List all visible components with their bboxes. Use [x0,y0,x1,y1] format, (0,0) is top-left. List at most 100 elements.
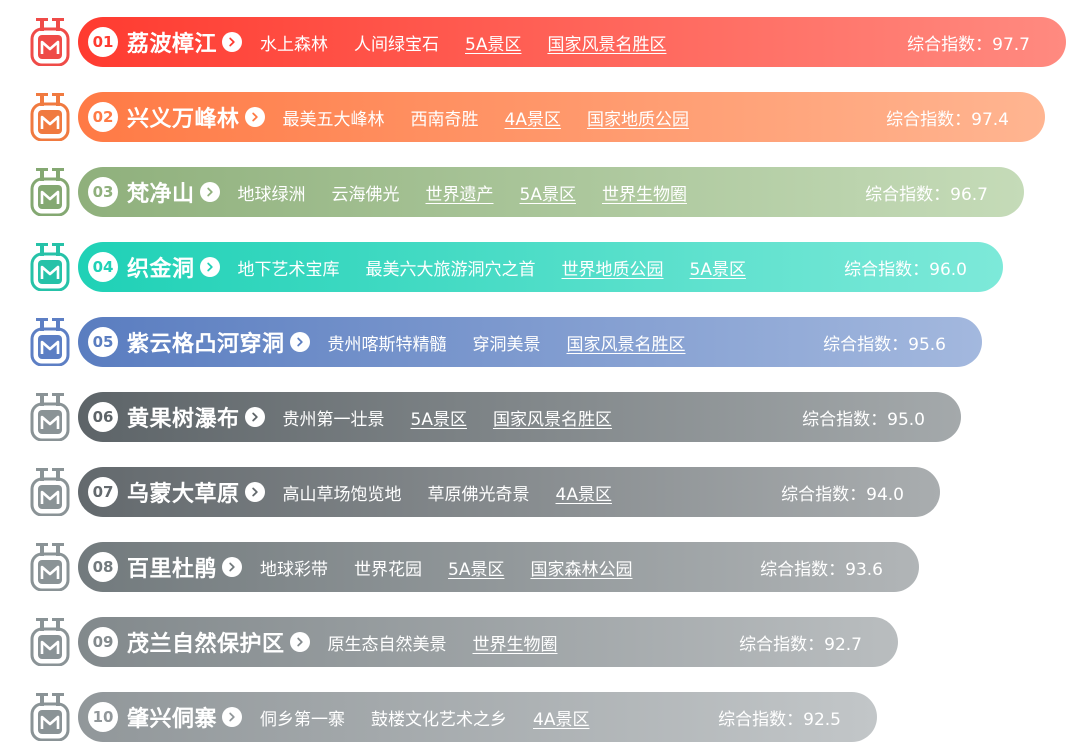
rank-row: 03 梵净山 地球绿洲 云海佛光 世界遗产 5A景区 世界生物圈 综合指数：96.7 [0,166,1090,218]
tag-list: 最美五大峰林 西南奇胜 4A景区 国家地质公园 [283,105,715,130]
tag-text: 侗乡第一寨 [260,709,346,730]
chevron-right-icon[interactable] [289,332,310,352]
scenic-spot-name[interactable]: 织金洞 [127,251,195,283]
chevron-right-icon[interactable] [222,707,243,727]
tag-text: 西南奇胜 [410,109,479,130]
tag-link[interactable]: 国家森林公园 [530,555,632,580]
score-display: 综合指数：97.4 [886,105,1009,130]
rank-number: 07 [88,477,118,507]
score-label: 综合指数： [886,109,972,130]
chevron-right-icon[interactable] [222,557,243,577]
tag-link[interactable]: 5A景区 [448,555,504,580]
ranking-medal-icon [30,318,70,366]
score-value: 97.4 [971,109,1009,130]
tag-link[interactable]: 5A景区 [411,405,467,430]
scenic-spot-name[interactable]: 荔波樟江 [127,26,217,58]
score-value: 94.0 [866,484,904,505]
rank-bar[interactable]: 07 乌蒙大草原 高山草场饱览地 草原佛光奇景 4A景区 综合指数：94.0 [78,467,940,517]
tag-text: 穿洞美景 [472,334,541,355]
rank-bar[interactable]: 03 梵净山 地球绿洲 云海佛光 世界遗产 5A景区 世界生物圈 综合指数：96.7 [78,167,1024,217]
tag-link[interactable]: 世界生物圈 [602,180,687,205]
rank-bar[interactable]: 10 肇兴侗寨 侗乡第一寨 鼓楼文化艺术之乡 4A景区 综合指数：92.5 [78,692,877,742]
tag-text: 地球彩带 [260,559,329,580]
score-label: 综合指数： [802,409,888,430]
score-value: 96.7 [950,184,988,205]
ranking-medal-icon [30,693,70,741]
score-label: 综合指数： [844,259,930,280]
rank-number: 02 [88,102,118,132]
rank-number: 09 [88,627,118,657]
rank-number: 05 [88,327,118,357]
rank-bar[interactable]: 09 茂兰自然保护区 原生态自然美景 世界生物圈 综合指数：92.7 [78,617,898,667]
chevron-right-icon[interactable] [244,407,265,427]
score-display: 综合指数：94.0 [781,480,904,505]
rank-bar[interactable]: 04 织金洞 地下艺术宝库 最美六大旅游洞穴之首 世界地质公园 5A景区 综合指数：96.0 [78,242,1003,292]
score-value: 97.7 [992,34,1030,55]
rank-number: 08 [88,552,118,582]
tag-link[interactable]: 国家风景名胜区 [567,330,686,355]
ranking-medal-icon [30,93,70,141]
chevron-right-icon[interactable] [222,32,243,52]
tag-list: 高山草场饱览地 草原佛光奇景 4A景区 [283,480,638,505]
rank-bar[interactable]: 05 紫云格凸河穿洞 贵州喀斯特精髓 穿洞美景 国家风景名胜区 综合指数：95.6 [78,317,982,367]
score-label: 综合指数： [760,559,846,580]
tag-link[interactable]: 世界遗产 [426,180,494,205]
tag-link[interactable]: 4A景区 [556,480,612,505]
chevron-right-icon[interactable] [199,182,220,202]
rank-bar[interactable]: 02 兴义万峰林 最美五大峰林 西南奇胜 4A景区 国家地质公园 综合指数：97.4 [78,92,1045,142]
scenic-spot-name[interactable]: 梵净山 [127,176,195,208]
scenic-spot-name[interactable]: 肇兴侗寨 [127,701,217,733]
score-value: 96.0 [929,259,967,280]
tag-link[interactable]: 世界生物圈 [473,630,558,655]
score-display: 综合指数：96.7 [865,180,988,205]
ranking-medal-icon [30,468,70,516]
score-display: 综合指数：97.7 [907,30,1030,55]
ranking-medal-icon [30,168,70,216]
tag-text: 世界花园 [354,559,423,580]
scenic-spot-name[interactable]: 百里杜鹃 [127,551,217,583]
ranking-medal-icon [30,543,70,591]
rank-bar[interactable]: 08 百里杜鹃 地球彩带 世界花园 5A景区 国家森林公园 综合指数：93.6 [78,542,919,592]
score-value: 95.0 [887,409,925,430]
tag-text: 鼓楼文化艺术之乡 [371,709,508,730]
tag-list: 原生态自然美景 世界生物圈 [328,630,584,655]
tag-text: 最美六大旅游洞穴之首 [365,259,536,280]
rank-number: 01 [88,27,118,57]
tag-link[interactable]: 国家风景名胜区 [547,30,666,55]
tag-text: 草原佛光奇景 [427,484,530,505]
scenic-spot-name[interactable]: 兴义万峰林 [127,101,240,133]
rank-number: 10 [88,702,118,732]
scenic-spot-name[interactable]: 乌蒙大草原 [127,476,240,508]
scenic-spot-name[interactable]: 紫云格凸河穿洞 [127,326,285,358]
tag-text: 贵州喀斯特精髓 [327,334,447,355]
tag-list: 地下艺术宝库 最美六大旅游洞穴之首 世界地质公园 5A景区 [238,255,772,280]
scenic-spot-name[interactable]: 黄果树瀑布 [127,401,240,433]
rank-number: 06 [88,402,118,432]
score-display: 综合指数：92.5 [718,705,841,730]
tag-link[interactable]: 国家风景名胜区 [493,405,612,430]
tag-link[interactable]: 5A景区 [690,255,746,280]
ranking-medal-icon [30,243,70,291]
chevron-right-icon[interactable] [244,482,265,502]
rank-number: 03 [88,177,118,207]
score-label: 综合指数： [823,334,909,355]
rank-bar[interactable]: 01 荔波樟江 水上森林 人间绿宝石 5A景区 国家风景名胜区 综合指数：97.7 [78,17,1066,67]
scenic-spot-name[interactable]: 茂兰自然保护区 [127,626,285,658]
score-label: 综合指数： [739,634,825,655]
tag-link[interactable]: 4A景区 [505,105,561,130]
chevron-right-icon[interactable] [199,257,220,277]
chevron-right-icon[interactable] [289,632,310,652]
rank-bar[interactable]: 06 黄果树瀑布 贵州第一壮景 5A景区 国家风景名胜区 综合指数：95.0 [78,392,961,442]
tag-link[interactable]: 4A景区 [533,705,589,730]
tag-link[interactable]: 国家地质公园 [587,105,689,130]
tag-text: 云海佛光 [331,184,400,205]
tag-link[interactable]: 5A景区 [520,180,576,205]
tag-link[interactable]: 世界地质公园 [562,255,664,280]
rank-row: 06 黄果树瀑布 贵州第一壮景 5A景区 国家风景名胜区 综合指数：95.0 [0,391,1090,443]
rank-row: 04 织金洞 地下艺术宝库 最美六大旅游洞穴之首 世界地质公园 5A景区 综合指数：96.0 [0,241,1090,293]
ranking-medal-icon [30,18,70,66]
tag-link[interactable]: 5A景区 [465,30,521,55]
chevron-right-icon[interactable] [244,107,265,127]
tag-list: 贵州喀斯特精髓 穿洞美景 国家风景名胜区 [328,330,712,355]
tag-list: 侗乡第一寨 鼓楼文化艺术之乡 4A景区 [260,705,615,730]
